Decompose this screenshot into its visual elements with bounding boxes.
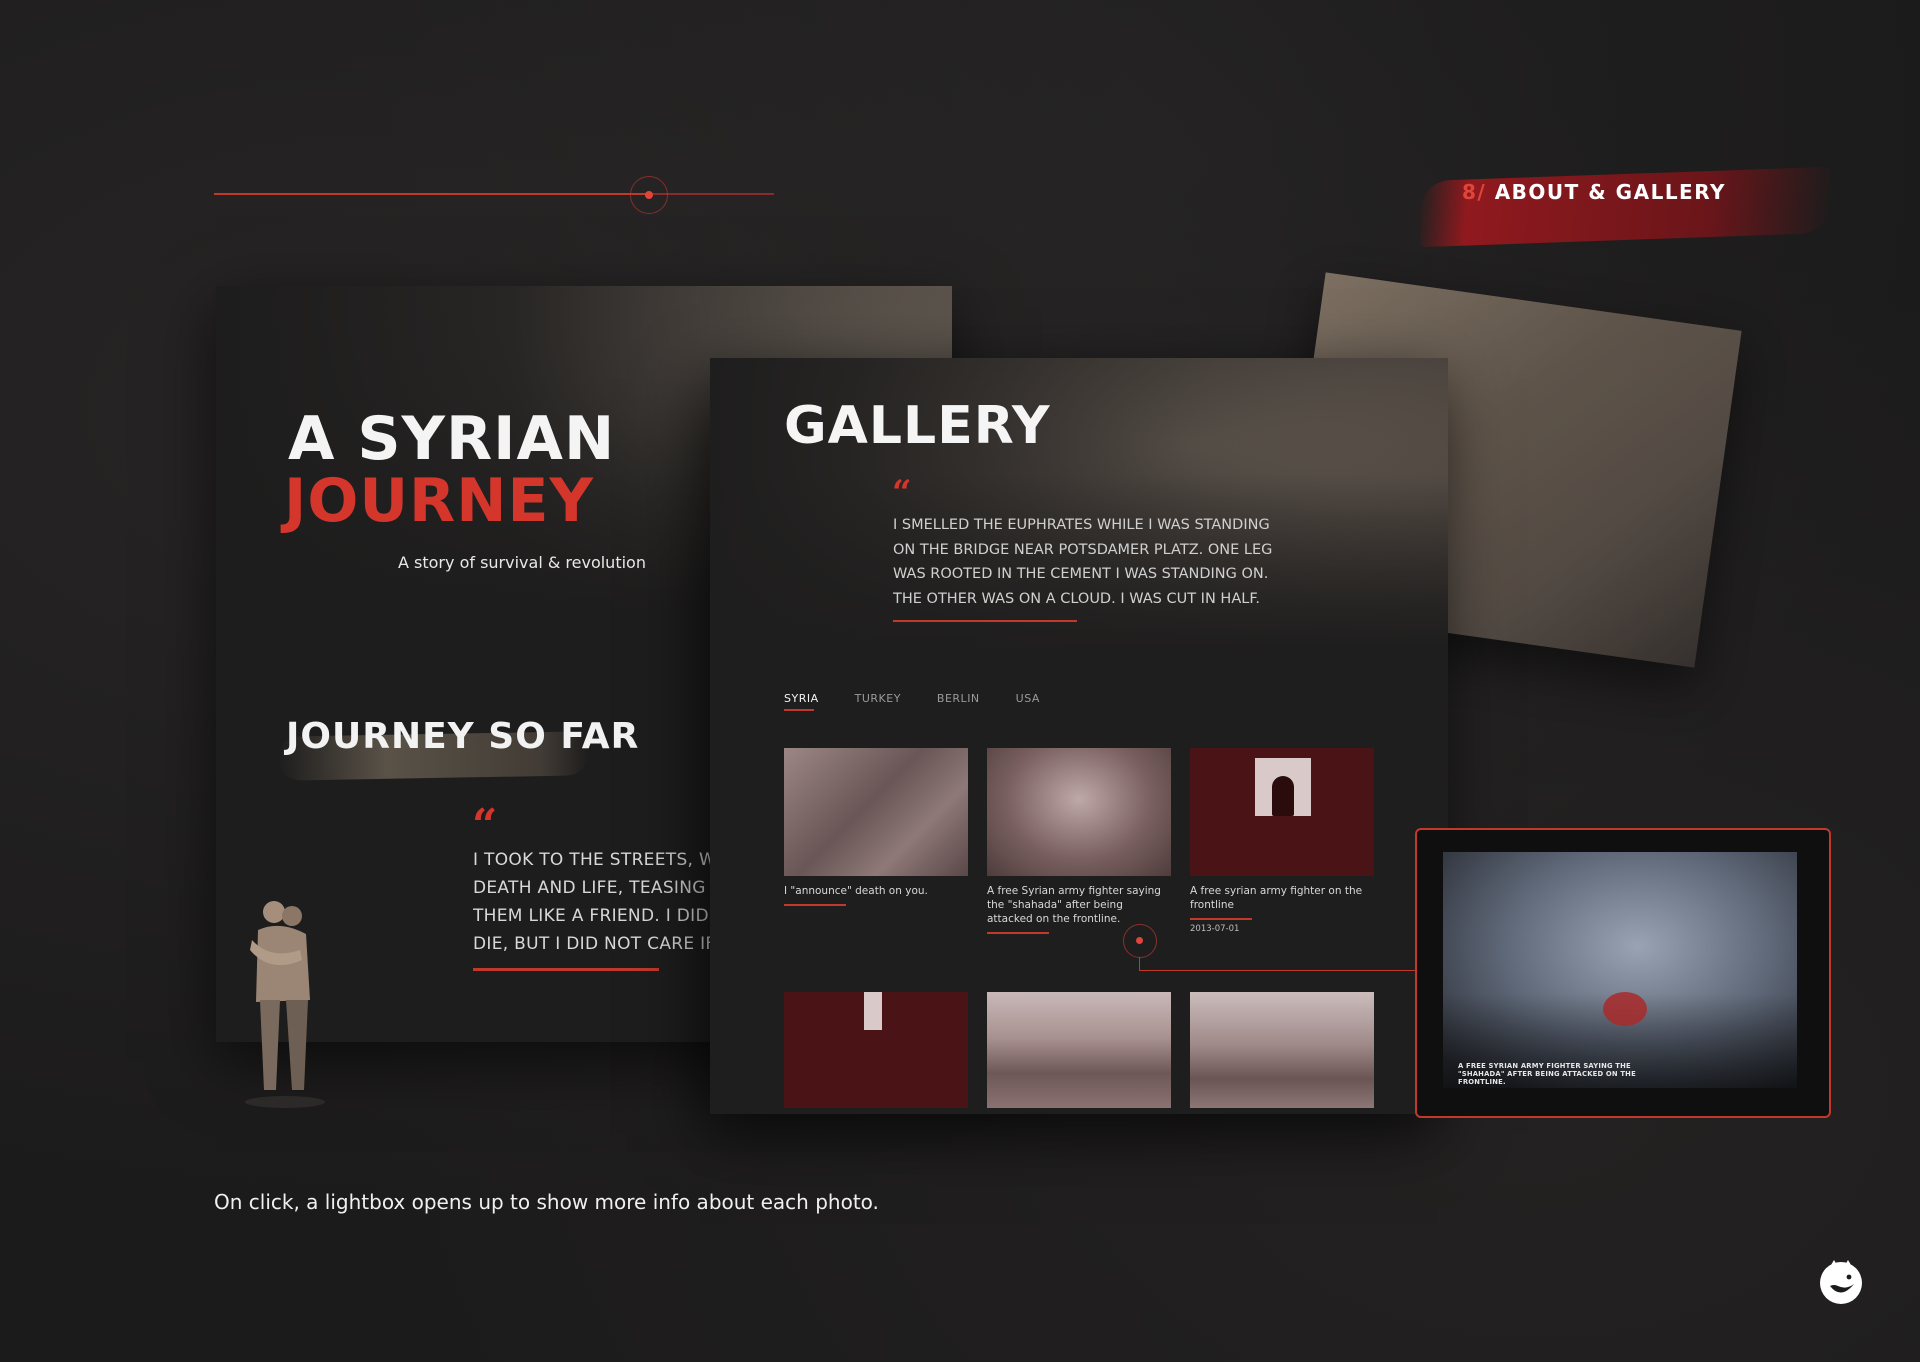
section-number: 8/ [1462,180,1487,204]
lightbox-photo-detail [1603,992,1647,1026]
tab-turkey[interactable]: TURKEY [855,692,901,711]
tab-berlin[interactable]: BERLIN [937,692,980,711]
quote-line: I SMELLED THE EUPHRATES WHILE I WAS STAN… [893,517,1270,533]
lightbox[interactable]: A FREE SYRIAN ARMY FIGHTER SAYING THE "S… [1415,828,1831,1118]
hero-title-line2: JOURNEY [284,466,594,536]
progress-knob[interactable] [630,176,668,214]
silhouette-shape [1272,776,1294,816]
connector-line [1139,970,1415,971]
window-shape [864,992,882,1030]
progress-fill [214,193,649,195]
connector-dot [1123,924,1157,958]
gallery-photo-window-fighter[interactable] [1190,748,1374,876]
connector-line [1139,957,1140,971]
caption-underline [987,932,1049,934]
gallery-photo-group[interactable] [1190,992,1374,1108]
section-title: 8/ ABOUT & GALLERY [1462,180,1726,204]
caption-underline [784,904,846,906]
quote-underline [473,968,659,971]
gallery-photo-truck[interactable] [987,992,1171,1108]
caption-underline [1190,918,1252,920]
quote-mark-icon: “ [472,800,498,851]
quote-line: THE OTHER WAS ON A CLOUD. I WAS CUT IN H… [893,590,1260,607]
footer-note: On click, a lightbox opens up to show mo… [214,1190,879,1214]
photo-date: 2013-07-01 [1190,924,1240,934]
lightbox-photo: A FREE SYRIAN ARMY FIGHTER SAYING THE "S… [1443,852,1797,1088]
quote-underline [893,620,1077,622]
section-brush-stroke [1420,166,1830,248]
gallery-photo-wounded-fighter[interactable] [987,748,1171,876]
fox-logo-icon [1820,1260,1862,1304]
quote-mark-icon: “ [892,473,912,513]
photo-caption: A free Syrian army fighter saying the "s… [987,885,1161,925]
section-label: ABOUT & GALLERY [1494,180,1727,204]
quote-line: WAS ROOTED IN THE CEMENT I WAS STANDING … [893,566,1269,582]
hero-subtitle: A story of survival & revolution [398,553,646,572]
gallery-photo-dark-window[interactable] [784,992,968,1108]
quote-line: ON THE BRIDGE NEAR POTSDAMER PLATZ. ONE … [893,541,1273,558]
gallery-title: GALLERY [784,396,1051,456]
photo-caption: A free syrian army fighter on the frontl… [1190,885,1363,911]
lightbox-caption: A FREE SYRIAN ARMY FIGHTER SAYING THE "S… [1458,1062,1636,1086]
gallery-photo-rubble[interactable] [784,748,968,876]
tab-usa[interactable]: USA [1016,692,1040,711]
gallery-screen-mockup: GALLERY “ I SMELLED THE EUPHRATES WHILE … [710,358,1448,1114]
gallery-quote: I SMELLED THE EUPHRATES WHILE I WAS STAN… [893,513,1293,611]
embracing-figures-illustration [245,901,325,1108]
tab-syria[interactable]: SYRIA [784,692,819,711]
hero-title-line1: A SYRIAN [288,404,616,474]
gallery-tabs: SYRIA TURKEY BERLIN USA [784,692,1040,711]
journey-heading: JOURNEY SO FAR [286,716,640,757]
photo-caption: I "announce" death on you. [784,885,928,897]
